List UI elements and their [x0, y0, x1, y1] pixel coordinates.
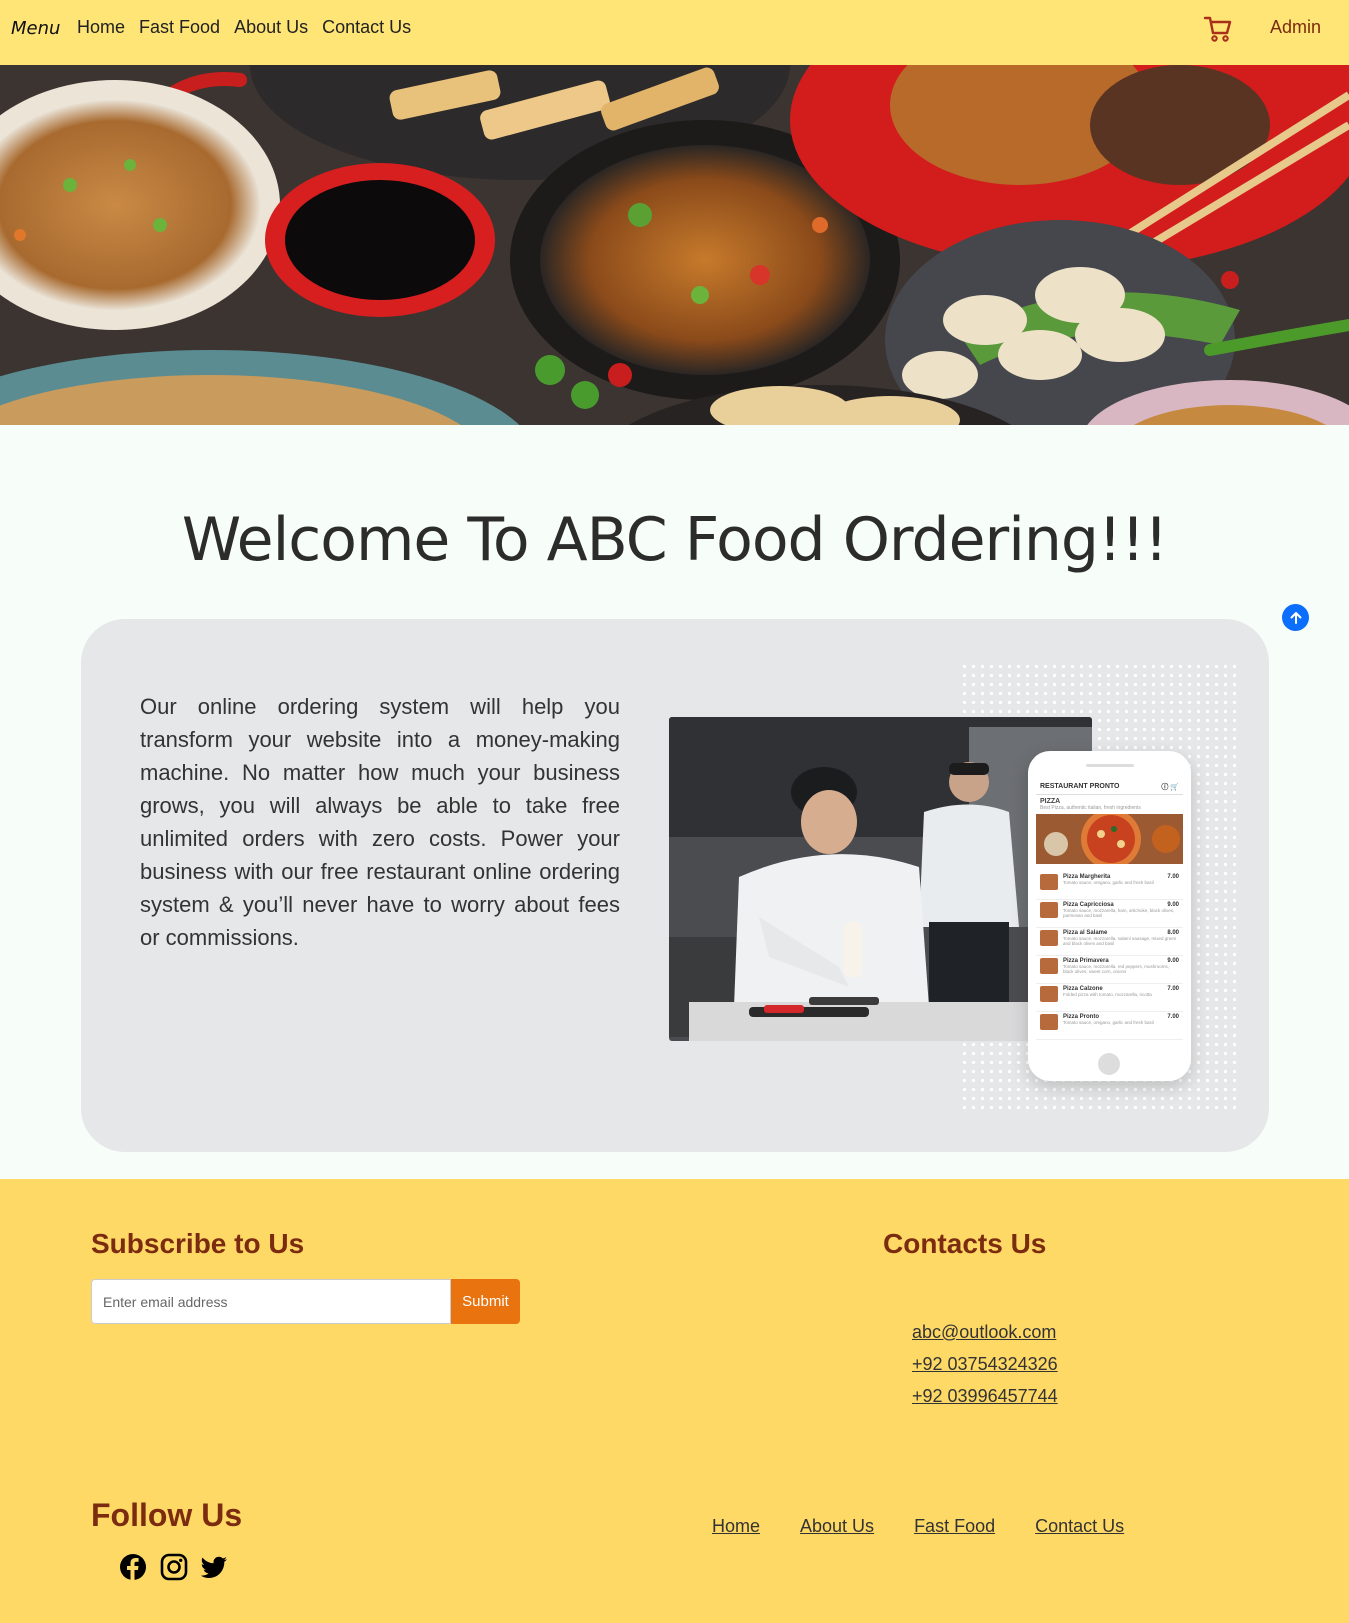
item-desc: Tomato sauce, mozzarella, ham, artichoke…	[1063, 908, 1175, 918]
brand-menu[interactable]: Menu	[11, 18, 60, 39]
item-desc: Tomato sauce, oregano, garlic and fresh …	[1063, 880, 1154, 885]
phone-restaurant-name: RESTAURANT PRONTO	[1040, 783, 1120, 790]
email-input[interactable]	[91, 1279, 451, 1324]
phone-menu-item: Pizza Capricciosa 9.00 Tomato sauce, mozz…	[1036, 900, 1183, 928]
pizza-thumb	[1040, 958, 1058, 974]
item-desc: Folded pizza with tomato, mozzarella, ri…	[1063, 992, 1152, 997]
item-desc: Tomato sauce, mozzarella, salami sausage…	[1063, 936, 1177, 946]
item-price: 9.00	[1167, 958, 1179, 964]
phone-category-sub: Best Pizza, authentic italian, fresh ing…	[1040, 805, 1141, 811]
nav-link-home[interactable]: Home	[77, 17, 125, 38]
phone-menu-item: Pizza al Salame 8.00 Tomato sauce, mozzar…	[1036, 928, 1183, 956]
about-text: Our online ordering system will help you…	[140, 694, 620, 950]
nav-link-about-us[interactable]: About Us	[234, 17, 308, 38]
item-desc: Tomato sauce, oregano, garlic and fresh …	[1063, 1020, 1154, 1025]
instagram-icon[interactable]	[160, 1553, 188, 1581]
footer-link-fast-food[interactable]: Fast Food	[914, 1516, 995, 1537]
footer-link-contact-us[interactable]: Contact Us	[1035, 1516, 1124, 1537]
contact-phone-link-2[interactable]: +92 03996457744	[912, 1386, 1058, 1407]
navbar: Menu Home Fast Food About Us Contact Us …	[0, 0, 1349, 65]
pizza-thumb	[1040, 986, 1058, 1002]
nav-link-fast-food[interactable]: Fast Food	[139, 17, 220, 38]
subscribe-title: Subscribe to Us	[91, 1228, 305, 1259]
follow-title: Follow Us	[91, 1497, 243, 1533]
phone-speaker	[1086, 764, 1134, 767]
footer-links: Home About Us Fast Food Contact Us	[712, 1516, 1124, 1537]
pizza-banner-image	[1036, 809, 1183, 869]
phone-header: RESTAURANT PRONTO ⓘ 🛒	[1036, 779, 1183, 795]
nav-link-contact-us[interactable]: Contact Us	[322, 17, 411, 38]
item-price: 7.00	[1167, 1014, 1179, 1020]
welcome-title: Welcome To ABC Food Ordering!!!	[181, 505, 1168, 575]
facebook-icon[interactable]	[119, 1553, 147, 1581]
pizza-thumb	[1040, 902, 1058, 918]
admin-link[interactable]: Admin	[1270, 17, 1321, 38]
item-desc: Tomato sauce, mozzarella, red peppers, m…	[1063, 964, 1170, 974]
contact-email-link[interactable]: abc@outlook.com	[912, 1322, 1056, 1343]
nav-links: Home Fast Food About Us Contact Us	[77, 17, 411, 38]
phone-category: PIZZA	[1040, 798, 1061, 805]
contacts-title: Contacts Us	[883, 1228, 1047, 1259]
phone-screen: RESTAURANT PRONTO ⓘ 🛒 PIZZA Best Pizza, …	[1036, 779, 1183, 1047]
item-price: 7.00	[1167, 874, 1179, 880]
footer: Subscribe to Us Submit Contacts Us abc@o…	[0, 1179, 1349, 1623]
cart-icon[interactable]	[1203, 14, 1233, 44]
phone-menu-item: Pizza Pronto 7.00 Tomato sauce, oregano, …	[1036, 1012, 1183, 1040]
footer-link-home[interactable]: Home	[712, 1516, 760, 1537]
hero-banner	[0, 65, 1349, 425]
submit-button[interactable]: Submit	[451, 1279, 520, 1324]
footer-link-about-us[interactable]: About Us	[800, 1516, 874, 1537]
food-dishes-banner	[0, 65, 1349, 425]
phone-menu-item: Pizza Margherita 7.00 Tomato sauce, orega…	[1036, 872, 1183, 900]
pizza-thumb	[1040, 1014, 1058, 1030]
phone-home-button	[1098, 1053, 1120, 1075]
phone-menu-item: Pizza Primavera 9.00 Tomato sauce, mozzar…	[1036, 956, 1183, 984]
pizza-thumb	[1040, 874, 1058, 890]
phone-cart-icon: ⓘ 🛒	[1161, 783, 1179, 791]
arrow-up-icon	[1290, 611, 1301, 624]
contact-phone-link-1[interactable]: +92 03754324326	[912, 1354, 1058, 1375]
scroll-to-top-button[interactable]	[1282, 604, 1309, 631]
item-price: 7.00	[1167, 986, 1179, 992]
pizza-thumb	[1040, 930, 1058, 946]
phone-mockup: RESTAURANT PRONTO ⓘ 🛒 PIZZA Best Pizza, …	[1028, 751, 1191, 1081]
phone-menu-item: Pizza Calzone 7.00 Folded pizza with toma…	[1036, 984, 1183, 1012]
twitter-icon[interactable]	[200, 1553, 228, 1581]
